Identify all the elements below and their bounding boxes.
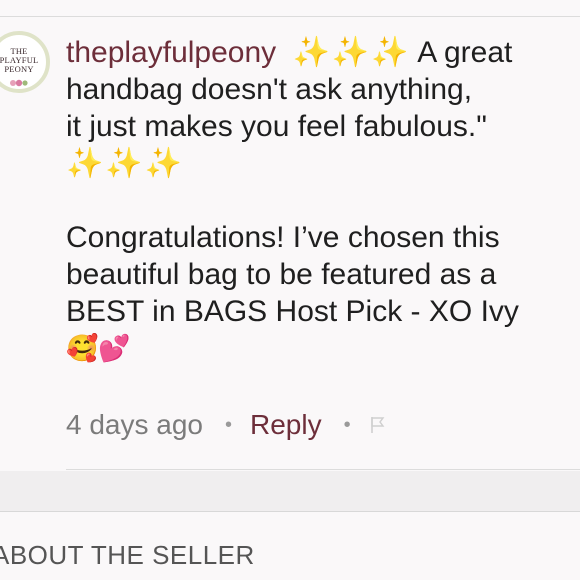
- avatar[interactable]: THE PLAYFUL PEONY: [0, 31, 50, 93]
- section-divider: [0, 511, 580, 512]
- comment-meta: 4 days ago • Reply •: [66, 405, 387, 445]
- avatar-logo-text: THE PLAYFUL PEONY: [0, 46, 39, 74]
- emoji-icons: 🥰💕: [66, 333, 131, 363]
- comment-text: Congratulations! I’ve chosen this: [66, 221, 500, 254]
- comment-text: it just makes you feel fabulous.": [66, 110, 487, 143]
- sparkles-icon: ✨✨✨: [292, 36, 411, 69]
- peony-flower-icon: [10, 79, 28, 87]
- reply-button[interactable]: Reply: [250, 409, 322, 441]
- comment-text: handbag doesn't ask anything,: [66, 73, 473, 106]
- username-link[interactable]: theplayfulpeony: [66, 36, 276, 69]
- sparkles-icon: ✨✨✨: [66, 147, 185, 180]
- comment-divider: [66, 469, 580, 470]
- separator-dot: •: [225, 413, 233, 436]
- separator-dot: •: [343, 413, 351, 436]
- comment-text: A great: [417, 36, 513, 69]
- comment-timestamp: 4 days ago: [66, 409, 203, 440]
- comment-line: theplayfulpeony ✨✨✨ A great: [66, 34, 566, 71]
- comment-text: beautiful bag to be featured as a: [66, 258, 497, 291]
- section-title-about-seller: ABOUT THE SELLER: [0, 540, 255, 570]
- top-divider: [0, 16, 580, 17]
- comment-text: BEST in BAGS Host Pick - XO Ivy: [66, 295, 519, 328]
- flag-icon[interactable]: [369, 415, 387, 435]
- comment-body: theplayfulpeony ✨✨✨ A great handbag does…: [66, 34, 566, 367]
- section-spacer: [0, 471, 580, 511]
